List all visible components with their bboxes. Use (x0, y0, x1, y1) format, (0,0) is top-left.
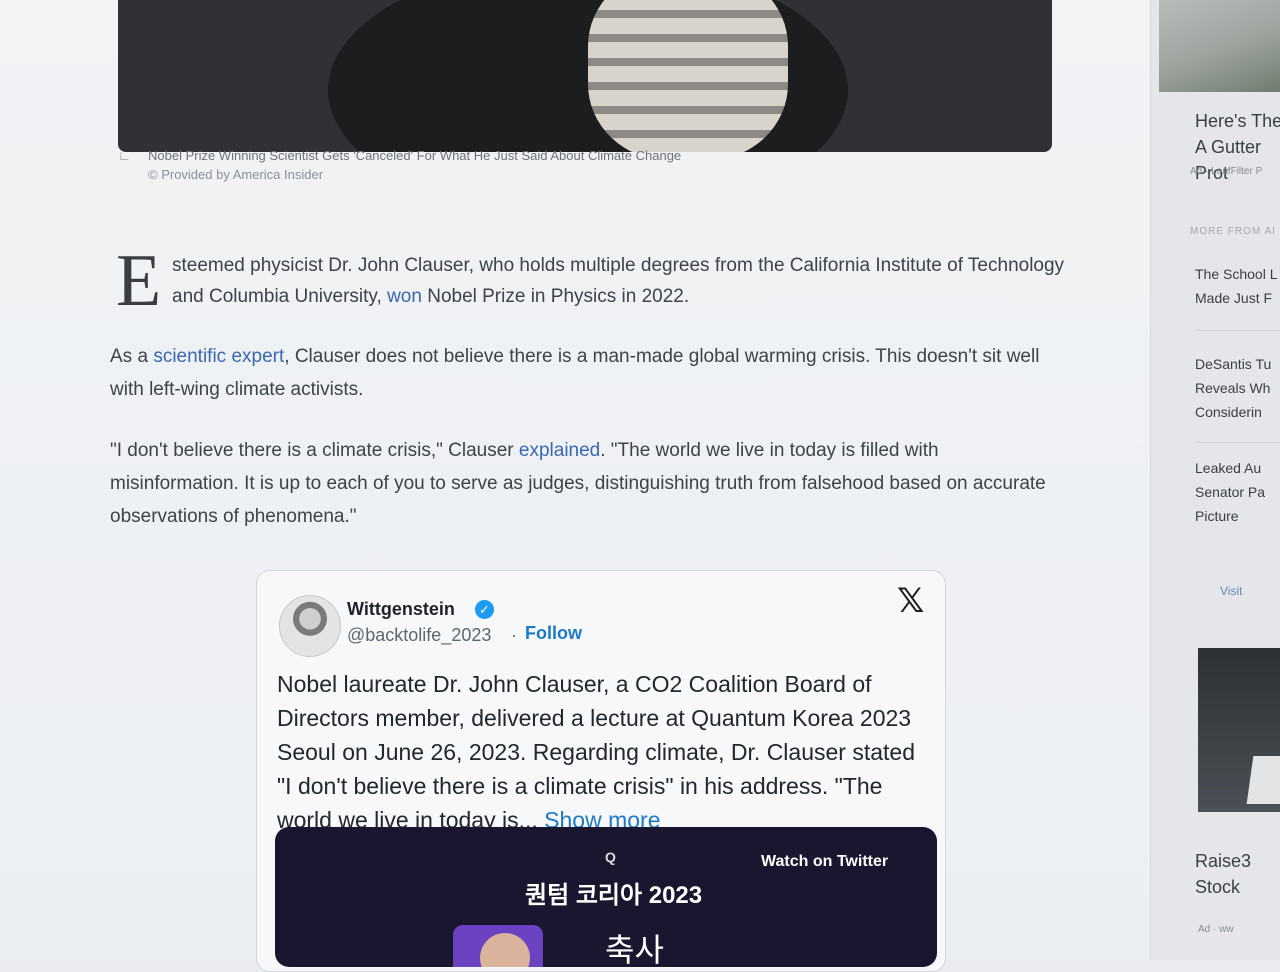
video-title: 퀀텀 코리아 2023 (525, 882, 703, 909)
scientific-expert-link[interactable]: scientific expert (153, 346, 284, 367)
tweet-author-handle[interactable]: @backtolife_2023 (347, 625, 491, 646)
tweet-handle-separator: · (511, 625, 517, 645)
caption-credit: © Provided by America Insider (148, 167, 324, 182)
sidebar-divider (1196, 330, 1280, 331)
sidebar-item-2[interactable]: DeSantis Tu Reveals Wh Considerin (1195, 352, 1280, 424)
verified-badge-icon: ✓ (475, 600, 494, 619)
watch-on-twitter-link[interactable]: Watch on Twitter (761, 853, 888, 871)
sidebar-ad-image[interactable] (1159, 0, 1280, 92)
paragraph-3: "I don't believe there is a climate cris… (110, 434, 1070, 533)
sidebar-ad-title-2[interactable]: Raise3 Stock (1195, 848, 1280, 900)
caption-corner-icon: ∟ (118, 148, 131, 163)
hero-image[interactable] (118, 0, 1052, 152)
sidebar-ad-image-2[interactable] (1198, 648, 1280, 812)
sidebar-item-3[interactable]: Leaked Au Senator Pa Picture (1195, 456, 1280, 528)
sidebar-ad-label-2: Ad · ww (1198, 924, 1234, 935)
x-logo-icon[interactable]: 𝕏 (897, 581, 924, 621)
avatar[interactable] (279, 595, 341, 657)
visit-link[interactable]: Visit (1220, 584, 1242, 598)
won-link[interactable]: won (387, 286, 422, 307)
drop-cap: E (116, 240, 162, 322)
tweet-video[interactable]: Q 퀀텀 코리아 2023 Watch on Twitter 축사 (275, 827, 937, 967)
p2-text-a: As a (110, 346, 154, 367)
more-from-heading: MORE FROM AI (1190, 226, 1276, 237)
sidebar-item-1[interactable]: The School L Made Just F (1195, 262, 1280, 310)
paragraph-2: As a scientific expert, Clauser does not… (110, 340, 1070, 406)
embedded-tweet[interactable]: Wittgenstein ✓ @backtolife_2023 · Follow… (256, 570, 946, 972)
video-logo: Q (605, 849, 616, 865)
hero-sweater-shape (588, 0, 788, 152)
video-subtitle: 축사 (605, 932, 664, 967)
tweet-author-name[interactable]: Wittgenstein (347, 599, 455, 620)
laptop-screen-shape (1246, 756, 1280, 804)
sidebar-ad-label-1: Ad · LeafFilter P (1190, 166, 1263, 177)
tweet-text: Nobel laureate Dr. John Clauser, a CO2 C… (277, 667, 927, 837)
follow-button[interactable]: Follow (525, 623, 582, 644)
article-column: ∟ Nobel Prize Winning Scientist Gets 'Ca… (0, 0, 1150, 972)
paragraph-1: steemed physicist Dr. John Clauser, who … (172, 250, 1072, 312)
caption-title: Nobel Prize Winning Scientist Gets 'Canc… (148, 148, 682, 163)
p1-text-b: Nobel Prize in Physics in 2022. (421, 286, 690, 307)
p3-text-a: "I don't believe there is a climate cris… (110, 440, 519, 461)
sidebar-divider (1196, 442, 1280, 443)
explained-link[interactable]: explained (519, 440, 600, 461)
